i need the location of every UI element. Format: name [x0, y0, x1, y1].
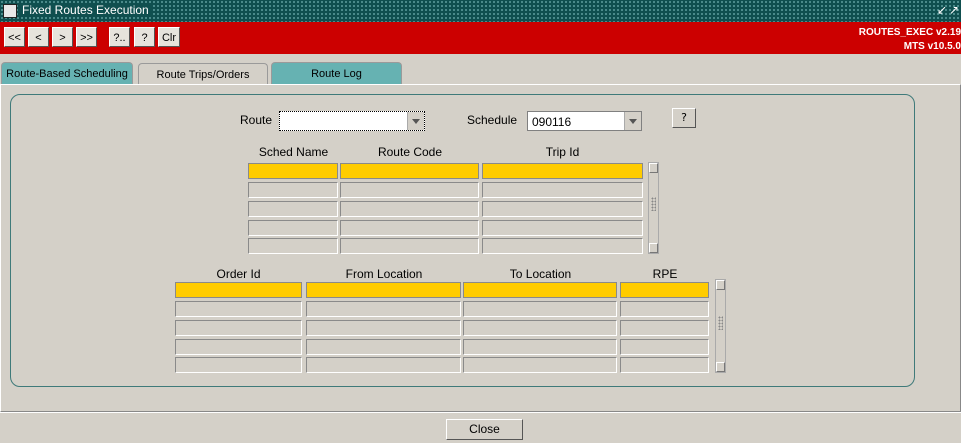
- tab-route-based-scheduling[interactable]: Route-Based Scheduling: [1, 62, 133, 84]
- column-header-sched-name: Sched Name: [258, 145, 329, 159]
- chevron-down-icon[interactable]: [624, 112, 641, 130]
- next-record-button[interactable]: >: [52, 27, 73, 47]
- clear-button[interactable]: Clr: [158, 27, 180, 47]
- column-header-from-location: From Location: [345, 267, 423, 281]
- trip-sched-name-cell[interactable]: [248, 220, 338, 236]
- scroll-grip-icon[interactable]: [651, 197, 656, 211]
- column-header-route-code: Route Code: [377, 145, 443, 159]
- trip-route-code-cell[interactable]: [340, 201, 479, 217]
- order-to-location-cell[interactable]: [463, 357, 617, 373]
- scroll-down-icon[interactable]: [716, 362, 725, 372]
- route-label: Route: [240, 113, 273, 127]
- order-to-location-cell[interactable]: [463, 301, 617, 317]
- order-to-location-cell[interactable]: [463, 320, 617, 336]
- trip-id-cell[interactable]: [482, 163, 643, 179]
- trip-id-cell[interactable]: [482, 201, 643, 217]
- trips-scrollbar[interactable]: [648, 162, 659, 254]
- column-header-rpe: RPE: [652, 267, 678, 281]
- column-header-order-id: Order Id: [216, 267, 261, 281]
- schedule-combobox[interactable]: 090116: [527, 111, 642, 131]
- order-from-location-cell[interactable]: [306, 301, 461, 317]
- order-from-location-cell[interactable]: [306, 282, 461, 298]
- order-to-location-cell[interactable]: [463, 339, 617, 355]
- previous-record-button[interactable]: <: [28, 27, 49, 47]
- trip-route-code-cell[interactable]: [340, 163, 479, 179]
- order-id-cell[interactable]: [175, 339, 302, 355]
- order-id-cell[interactable]: [175, 301, 302, 317]
- order-from-location-cell[interactable]: [306, 320, 461, 336]
- orders-scrollbar[interactable]: [715, 279, 726, 373]
- order-id-cell[interactable]: [175, 357, 302, 373]
- schedule-value: 090116: [532, 115, 572, 129]
- trip-sched-name-cell[interactable]: [248, 201, 338, 217]
- version-line-1: ROUTES_EXEC v2.19: [858, 27, 961, 38]
- window-titlebar: Fixed Routes Execution ↙ ↗: [0, 0, 961, 22]
- minimize-icon[interactable]: ↙: [937, 3, 947, 17]
- column-header-to-location: To Location: [509, 267, 572, 281]
- scroll-grip-icon[interactable]: [718, 316, 723, 330]
- query-button[interactable]: ?..: [109, 27, 130, 47]
- first-record-button[interactable]: <<: [4, 27, 25, 47]
- order-from-location-cell[interactable]: [306, 357, 461, 373]
- chevron-down-icon[interactable]: [407, 112, 424, 130]
- trip-id-cell[interactable]: [482, 182, 643, 198]
- window-title: Fixed Routes Execution: [18, 3, 153, 17]
- order-from-location-cell[interactable]: [306, 339, 461, 355]
- schedule-help-button[interactable]: ?: [672, 108, 696, 128]
- version-line-2: MTS v10.5.0: [903, 41, 961, 52]
- order-rpe-cell[interactable]: [620, 282, 709, 298]
- schedule-label: Schedule: [467, 113, 518, 127]
- tab-route-log[interactable]: Route Log: [271, 62, 402, 84]
- scroll-down-icon[interactable]: [649, 243, 658, 253]
- trip-route-code-cell[interactable]: [340, 220, 479, 236]
- scroll-up-icon[interactable]: [649, 163, 658, 173]
- trip-id-cell[interactable]: [482, 220, 643, 236]
- tab-route-trips-orders[interactable]: Route Trips/Orders: [138, 63, 268, 84]
- order-id-cell[interactable]: [175, 320, 302, 336]
- toolbar: << < > >> ?.. ? Clr ROUTES_EXEC v2.19 MT…: [0, 22, 961, 54]
- last-record-button[interactable]: >>: [76, 27, 97, 47]
- close-button[interactable]: Close: [446, 419, 523, 440]
- trip-route-code-cell[interactable]: [340, 238, 479, 254]
- trip-sched-name-cell[interactable]: [248, 238, 338, 254]
- order-rpe-cell[interactable]: [620, 339, 709, 355]
- order-rpe-cell[interactable]: [620, 320, 709, 336]
- trip-sched-name-cell[interactable]: [248, 182, 338, 198]
- scroll-up-icon[interactable]: [716, 280, 725, 290]
- order-id-cell[interactable]: [175, 282, 302, 298]
- maximize-icon[interactable]: ↗: [949, 3, 959, 17]
- trip-route-code-cell[interactable]: [340, 182, 479, 198]
- trip-sched-name-cell[interactable]: [248, 163, 338, 179]
- route-combobox[interactable]: [279, 111, 425, 131]
- order-rpe-cell[interactable]: [620, 357, 709, 373]
- app-icon: [3, 4, 17, 18]
- trip-id-cell[interactable]: [482, 238, 643, 254]
- order-to-location-cell[interactable]: [463, 282, 617, 298]
- column-header-trip-id: Trip Id: [545, 145, 580, 159]
- order-rpe-cell[interactable]: [620, 301, 709, 317]
- help-button[interactable]: ?: [134, 27, 155, 47]
